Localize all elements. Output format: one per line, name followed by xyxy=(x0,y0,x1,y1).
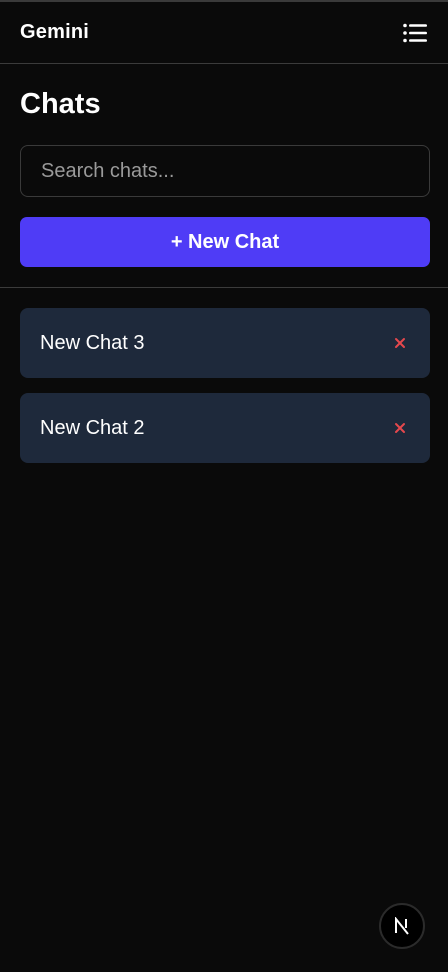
app-page: Gemini Chats + New Chat New Chat 3 xyxy=(0,0,448,972)
nextjs-logo-icon xyxy=(395,917,409,935)
chat-list-item[interactable]: New Chat 2 xyxy=(20,393,430,463)
app-title: Gemini xyxy=(20,21,89,43)
search-input[interactable] xyxy=(20,145,430,197)
chat-title: New Chat 3 xyxy=(40,331,145,354)
list-icon xyxy=(403,23,427,42)
chat-title: New Chat 2 xyxy=(40,416,145,439)
page-title: Chats xyxy=(20,88,101,120)
new-chat-button[interactable]: + New Chat xyxy=(20,217,430,267)
close-icon xyxy=(395,338,405,348)
delete-chat-button[interactable] xyxy=(390,418,410,438)
chat-list: New Chat 3 New Chat 2 xyxy=(0,288,448,463)
chats-panel-header: Chats + New Chat xyxy=(0,64,448,267)
delete-chat-button[interactable] xyxy=(390,333,410,353)
nextjs-dev-badge[interactable] xyxy=(379,903,425,949)
menu-button[interactable] xyxy=(402,22,428,44)
top-bar: Gemini xyxy=(0,2,448,64)
close-icon xyxy=(395,423,405,433)
chat-list-item[interactable]: New Chat 3 xyxy=(20,308,430,378)
